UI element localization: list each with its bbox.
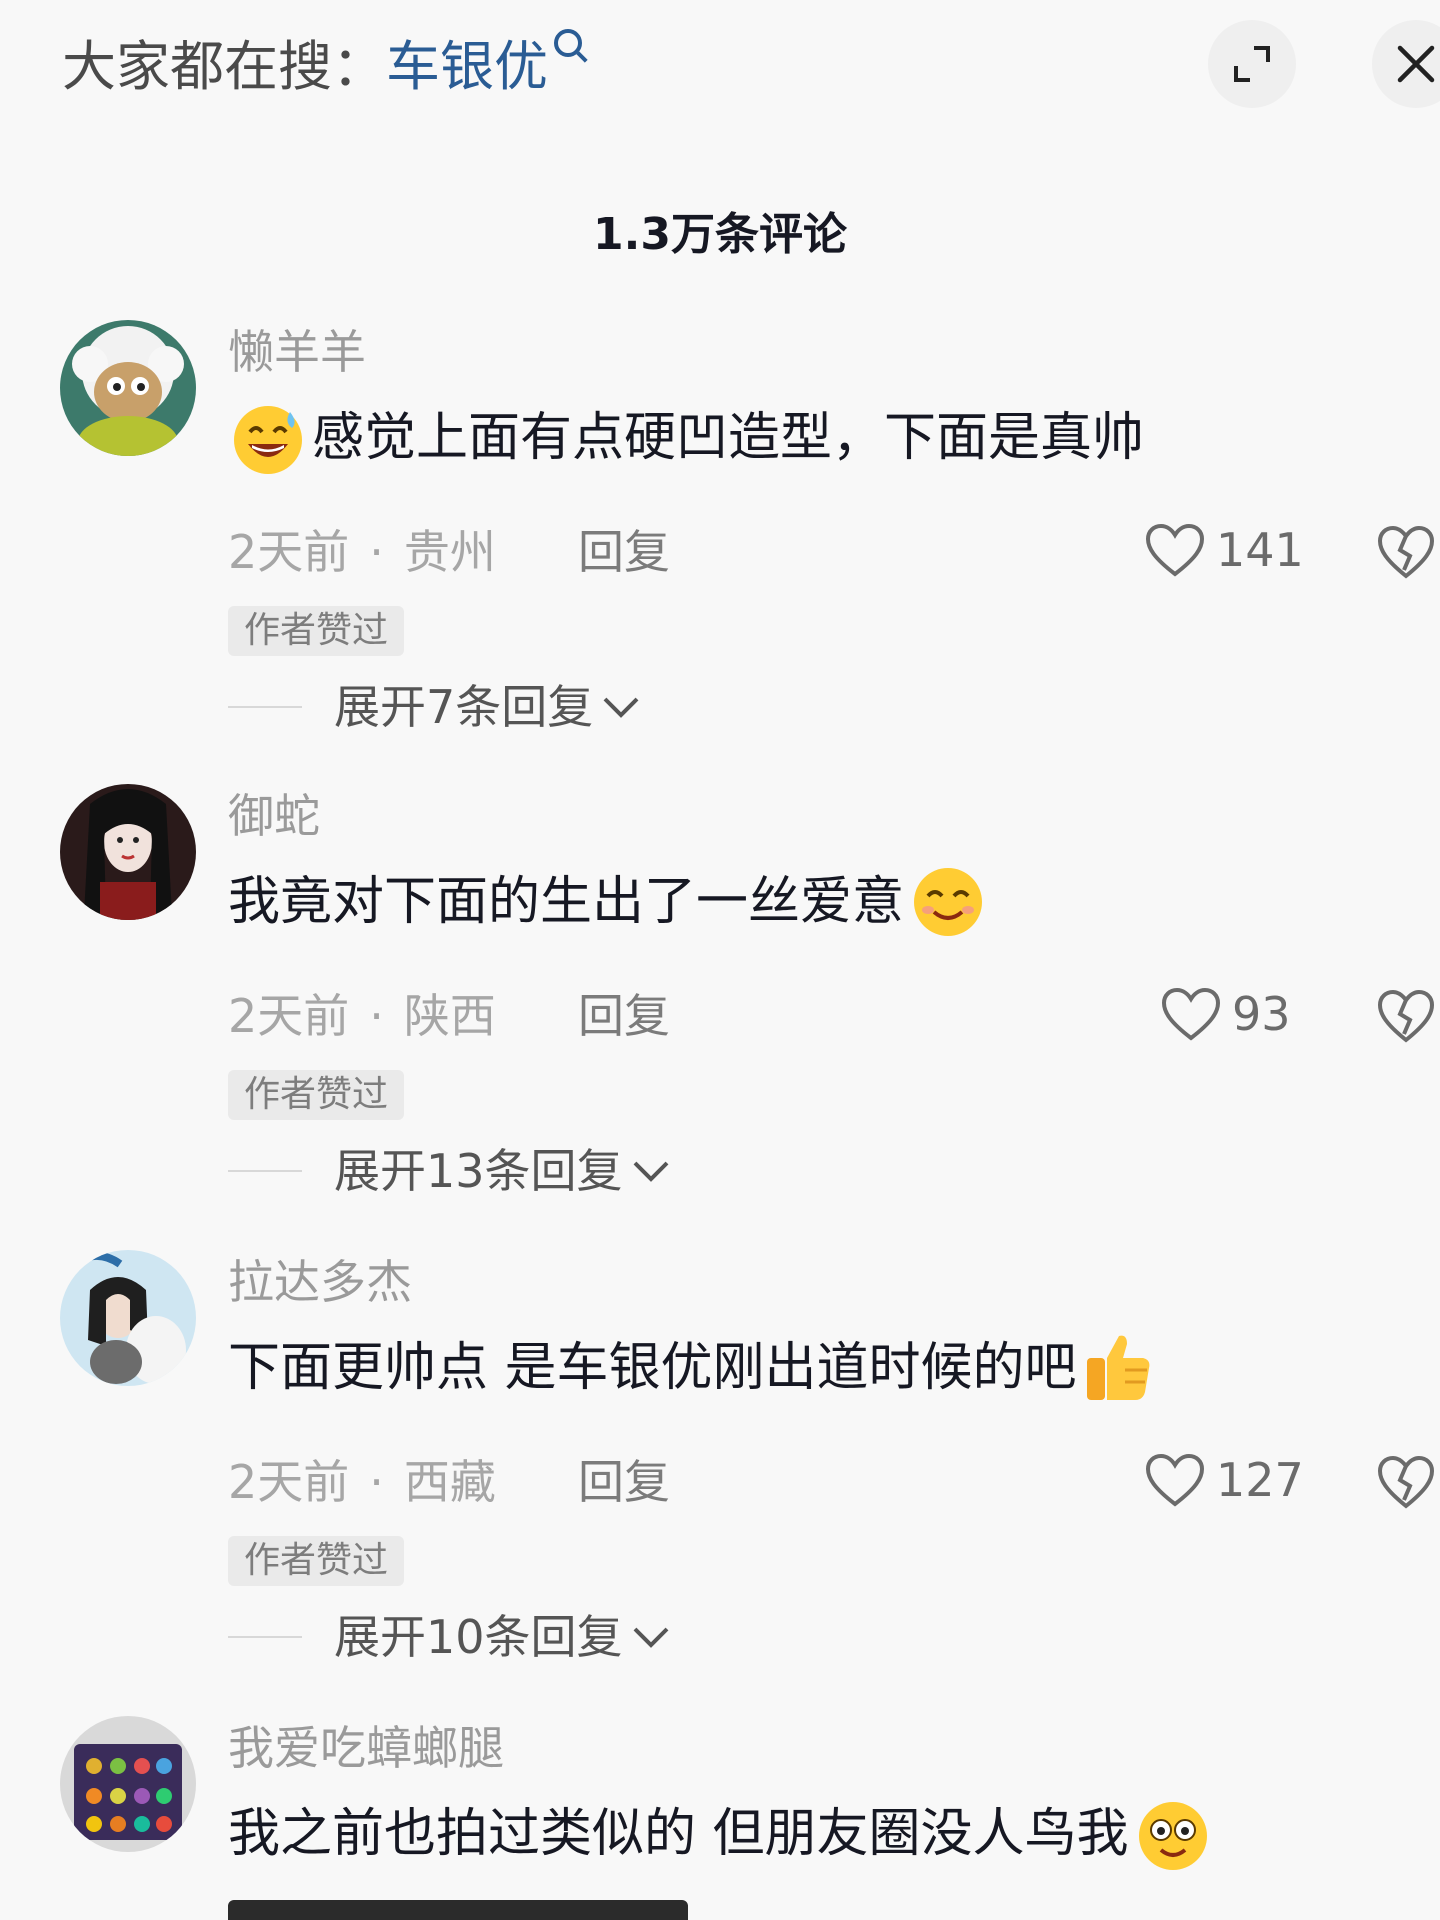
- comment-location: 贵州: [403, 525, 496, 579]
- expand-replies-label: 展开10条回复: [334, 1610, 623, 1664]
- avatar[interactable]: [60, 320, 196, 456]
- expand-replies-label: 展开7条回复: [334, 680, 594, 734]
- avatar[interactable]: [60, 1716, 196, 1852]
- comment-text: 我之前也拍过类似的 但朋友圈没人鸟我: [228, 1794, 1213, 1874]
- like-count: 93: [1232, 987, 1291, 1041]
- expand-replies-label: 展开13条回复: [334, 1144, 623, 1198]
- expand-replies-button[interactable]: 展开7条回复: [228, 672, 641, 742]
- username[interactable]: 我爱吃蟑螂腿: [228, 1718, 504, 1778]
- reply-button[interactable]: 回复: [578, 1450, 670, 1514]
- hot-search-prefix: 大家都在搜：: [62, 35, 386, 98]
- smiling-emoji-icon: [914, 868, 983, 936]
- like-count: 127: [1216, 1453, 1304, 1507]
- reply-button[interactable]: 回复: [578, 984, 670, 1048]
- chevron-down-icon: [603, 697, 639, 718]
- like-count: 141: [1216, 523, 1304, 577]
- goggle-eyes-emoji-icon: [1138, 1802, 1207, 1870]
- username[interactable]: 懒羊羊: [228, 322, 366, 382]
- search-icon: [554, 29, 582, 57]
- author-liked-badge: 作者赞过: [228, 606, 405, 656]
- author-liked-badge: 作者赞过: [228, 1536, 405, 1586]
- broken-heart-icon[interactable]: [1376, 1454, 1436, 1510]
- divider-line: [228, 706, 302, 708]
- reply-button[interactable]: 回复: [578, 520, 670, 584]
- chevron-down-icon: [633, 1161, 668, 1182]
- comment-location: 陕西: [403, 989, 496, 1043]
- comment-time: 2天前: [228, 1455, 350, 1509]
- heart-icon: [1161, 987, 1221, 1041]
- expand-button[interactable]: [1208, 20, 1296, 108]
- comment-text-content: 感觉上面有点硬凹造型，下面是真帅: [312, 408, 1145, 468]
- divider-line: [228, 1636, 302, 1638]
- comment-text: 感觉上面有点硬凹造型，下面是真帅: [228, 398, 1144, 478]
- grinning-sweat-emoji-icon: [234, 406, 302, 474]
- heart-icon: [1145, 523, 1205, 577]
- expand-icon: [1234, 46, 1270, 82]
- broken-heart-icon[interactable]: [1376, 988, 1436, 1044]
- comments-count: 1.3万条评论: [593, 209, 847, 260]
- expand-replies-button[interactable]: 展开13条回复: [228, 1136, 671, 1206]
- comment-text: 我竟对下面的生出了一丝爱意: [228, 862, 988, 942]
- like-button[interactable]: 93: [1160, 982, 1291, 1046]
- author-liked-badge: 作者赞过: [228, 1070, 405, 1120]
- thumbs-up-emoji-icon: [1086, 1335, 1149, 1400]
- broken-heart-icon[interactable]: [1376, 524, 1436, 580]
- avatar[interactable]: [60, 784, 196, 920]
- like-button[interactable]: 141: [1144, 518, 1304, 582]
- hot-search-link[interactable]: 大家都在搜：车银优: [62, 29, 582, 100]
- username[interactable]: 拉达多杰: [228, 1252, 412, 1312]
- comment-text-content: 我竟对下面的生出了一丝爱意: [228, 872, 905, 932]
- hot-search-keyword[interactable]: 车银优: [386, 35, 548, 98]
- comment-item: 拉达多杰 下面更帅点 是车银优刚出道时候的吧 2天前 · 西藏 回复 127 作者赞…: [0, 1250, 1440, 1690]
- comment-meta: 2天前 · 西藏 回复: [228, 1450, 670, 1514]
- heart-icon: [1145, 1453, 1205, 1507]
- close-button[interactable]: [1372, 20, 1440, 108]
- comment-item: 御蛇 我竟对下面的生出了一丝爱意 2天前 · 陕西 回复 93 作者赞过 展开13条…: [0, 784, 1440, 1224]
- username[interactable]: 御蛇: [228, 786, 320, 846]
- avatar[interactable]: [60, 1250, 196, 1386]
- comment-meta: 2天前 · 贵州 回复: [228, 520, 670, 584]
- chevron-down-icon: [633, 1627, 668, 1648]
- close-icon: [1397, 45, 1435, 83]
- top-bar: 大家都在搜：车银优: [0, 0, 1440, 140]
- like-button[interactable]: 127: [1144, 1448, 1304, 1512]
- expand-replies-button[interactable]: 展开10条回复: [228, 1602, 671, 1672]
- divider-line: [228, 1170, 302, 1172]
- comment-time: 2天前: [228, 989, 350, 1043]
- comment-item: 我爱吃蟑螂腿 我之前也拍过类似的 但朋友圈没人鸟我: [0, 1716, 1440, 1920]
- comment-text: 下面更帅点 是车银优刚出道时候的吧: [228, 1328, 1157, 1408]
- next-comment-preview: [228, 1900, 688, 1920]
- comment-item: 懒羊羊 感觉上面有点硬凹造型，下面是真帅 2天前 · 贵州 回复 141 作者赞过 …: [0, 320, 1440, 760]
- comment-time: 2天前: [228, 525, 350, 579]
- comment-text-content: 下面更帅点 是车银优刚出道时候的吧: [228, 1338, 1077, 1398]
- comment-text-content: 我之前也拍过类似的 但朋友圈没人鸟我: [228, 1804, 1129, 1864]
- comment-location: 西藏: [403, 1455, 496, 1509]
- comment-meta: 2天前 · 陕西 回复: [228, 984, 670, 1048]
